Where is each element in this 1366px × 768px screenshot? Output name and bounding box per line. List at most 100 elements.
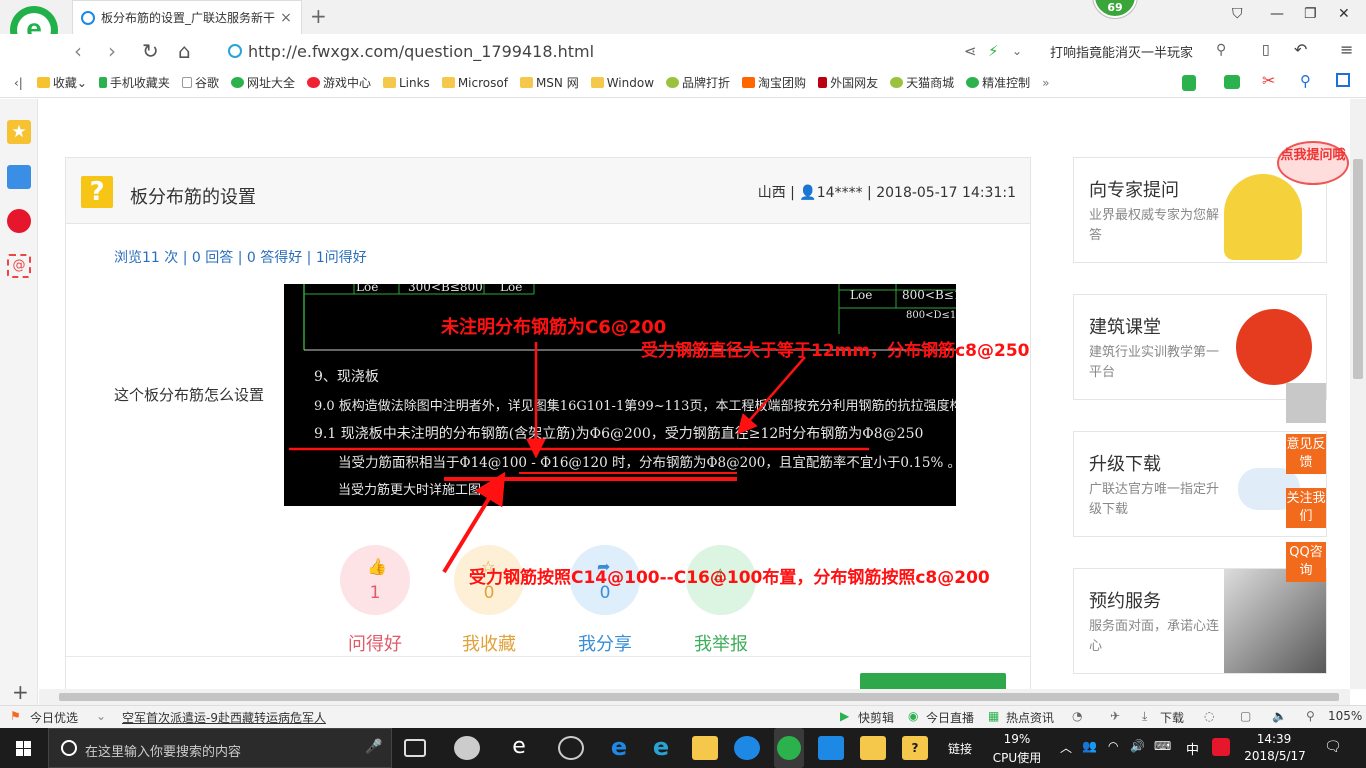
close-window-button[interactable]: ✕ bbox=[1338, 6, 1350, 22]
restore-button[interactable]: ❐ bbox=[1304, 6, 1317, 22]
status-item-clip[interactable]: 快剪辑 bbox=[858, 709, 894, 726]
clock-date[interactable]: 2018/5/17 bbox=[1240, 749, 1310, 763]
ie-icon[interactable]: e bbox=[648, 735, 674, 760]
add-sidebar-icon[interactable]: + bbox=[12, 680, 29, 704]
action-center-icon[interactable]: 🗨 bbox=[1324, 739, 1342, 755]
fan-app-icon[interactable] bbox=[454, 736, 480, 760]
notification-badge[interactable]: 69 bbox=[1093, 0, 1137, 18]
bookmark-foreign[interactable]: 外国网友 bbox=[818, 74, 878, 91]
shield-icon[interactable] bbox=[1182, 75, 1196, 91]
scroll-thumb[interactable] bbox=[59, 693, 1339, 701]
edge-icon[interactable]: e bbox=[606, 735, 632, 760]
card-appointment[interactable]: 预约服务 服务面对面，承诺心连心 bbox=[1073, 568, 1327, 674]
close-tab-icon[interactable]: × bbox=[279, 10, 293, 26]
reading-list-icon[interactable] bbox=[7, 165, 31, 189]
feedback-button[interactable]: 意见反馈 bbox=[1286, 434, 1326, 474]
blue-app-icon[interactable] bbox=[818, 736, 844, 760]
collapse-sidebar-icon[interactable]: ‹| bbox=[14, 76, 23, 90]
pin-icon[interactable]: ✈ bbox=[1110, 709, 1120, 723]
start-button[interactable] bbox=[0, 728, 48, 768]
sogou-ime-icon[interactable] bbox=[1212, 738, 1230, 756]
notes-app-icon[interactable] bbox=[860, 736, 886, 760]
keyboard-icon[interactable]: ⌨ bbox=[1154, 739, 1171, 753]
undo-icon[interactable]: ↶ bbox=[1294, 40, 1307, 59]
news-ticker[interactable]: 空军首次派遣运-9赴西藏转运病危军人 bbox=[122, 709, 326, 726]
phone-icon[interactable]: ▯ bbox=[1262, 42, 1270, 58]
clean-icon[interactable]: ◌ bbox=[1204, 709, 1214, 723]
share-label[interactable]: 我分享 bbox=[555, 630, 655, 656]
search-box[interactable]: 打响指竟能消灭一半玩家 bbox=[1050, 42, 1193, 61]
new-tab-button[interactable]: + bbox=[310, 4, 327, 28]
status-item-live[interactable]: 今日直播 bbox=[926, 709, 974, 726]
chevron-down-icon[interactable]: ⌄ bbox=[96, 709, 106, 723]
bookmark-games[interactable]: 游戏中心 bbox=[306, 74, 371, 91]
help-app-icon[interactable]: ? bbox=[902, 736, 928, 760]
username[interactable]: 14**** bbox=[817, 185, 863, 201]
browser-e-icon[interactable]: e bbox=[506, 736, 532, 760]
scroll-thumb[interactable] bbox=[1353, 159, 1363, 379]
favorites-star-icon[interactable]: ★ bbox=[7, 120, 31, 144]
menu-icon[interactable]: ≡ bbox=[1340, 40, 1353, 59]
horizontal-scrollbar[interactable] bbox=[39, 689, 1350, 705]
weibo-icon[interactable] bbox=[7, 209, 31, 233]
taskbar-search[interactable]: 在这里输入你要搜索的内容 🎤 bbox=[48, 728, 392, 768]
microphone-icon[interactable]: 🎤 bbox=[365, 739, 382, 755]
glodon-g-icon[interactable] bbox=[734, 736, 760, 760]
today-picks[interactable]: 今日优选 bbox=[30, 709, 78, 726]
back-icon[interactable]: ‹ bbox=[74, 39, 82, 63]
favorite-label[interactable]: 我收藏 bbox=[439, 630, 539, 656]
back-to-top-button[interactable] bbox=[1286, 383, 1326, 423]
sound-icon[interactable]: 🔈 bbox=[1272, 709, 1287, 723]
like-button[interactable]: 👍 1 bbox=[340, 545, 410, 615]
zoom-level[interactable]: 105% bbox=[1328, 709, 1362, 723]
share-icon[interactable]: ⋖ bbox=[964, 42, 977, 60]
bookmark-directory[interactable]: 网址大全 bbox=[230, 74, 295, 91]
refresh-icon[interactable]: ↻ bbox=[142, 39, 159, 63]
tray-chevron-up-icon[interactable]: ︿ bbox=[1060, 739, 1072, 756]
qq-consult-button[interactable]: QQ咨询 bbox=[1286, 542, 1326, 582]
chevron-down-icon[interactable]: ⌄ bbox=[1012, 44, 1022, 58]
bookmark-brand-discount[interactable]: 品牌打折 bbox=[666, 74, 730, 91]
bookmark-favorites[interactable]: 收藏 ⌄ bbox=[36, 74, 87, 91]
like-label[interactable]: 问得好 bbox=[325, 630, 425, 656]
question-stats[interactable]: 浏览11 次 | 0 回答 | 0 答得好 | 1问得好 bbox=[114, 247, 367, 267]
bookmark-links[interactable]: Links bbox=[382, 76, 430, 90]
apps-icon[interactable] bbox=[1336, 73, 1350, 87]
bookmark-precise[interactable]: 精准控制 bbox=[966, 74, 1030, 91]
home-icon[interactable]: ⌂ bbox=[178, 39, 191, 63]
active-app-highlight[interactable] bbox=[774, 728, 804, 768]
shirt-icon[interactable]: ⛉ bbox=[1232, 6, 1243, 22]
orbit-app-icon[interactable] bbox=[558, 736, 584, 760]
bookmark-windows[interactable]: Window bbox=[590, 76, 654, 90]
speed-icon[interactable]: ◔ bbox=[1072, 709, 1082, 723]
ime-indicator[interactable]: 中 bbox=[1186, 739, 1199, 758]
report-label[interactable]: 我举报 bbox=[671, 630, 771, 656]
window-icon[interactable]: ▢ bbox=[1240, 709, 1251, 723]
mail-icon[interactable]: @ bbox=[7, 254, 31, 278]
bookmark-google[interactable]: 谷歌 bbox=[181, 74, 219, 91]
status-item-news[interactable]: 热点资讯 bbox=[1006, 709, 1054, 726]
minimize-button[interactable]: — bbox=[1270, 6, 1284, 22]
status-item-download[interactable]: 下载 bbox=[1160, 709, 1184, 726]
clock-time[interactable]: 14:39 bbox=[1244, 732, 1304, 746]
browser-tab[interactable]: 板分布筋的设置_广联达服务新干 × bbox=[72, 0, 302, 34]
translate-icon[interactable] bbox=[1224, 75, 1240, 89]
bookmark-microsoft[interactable]: Microsof bbox=[441, 76, 508, 90]
lightning-icon[interactable]: ⚡ bbox=[988, 42, 999, 60]
bookmark-mobile[interactable]: 手机收藏夹 bbox=[98, 74, 170, 91]
bookmark-tmall[interactable]: 天猫商城 bbox=[890, 74, 954, 91]
people-icon[interactable]: 👥 bbox=[1082, 739, 1097, 753]
task-view-icon[interactable] bbox=[404, 739, 426, 757]
volume-icon[interactable]: 🔊 bbox=[1130, 739, 1145, 753]
wifi-icon[interactable]: ◠ bbox=[1108, 739, 1118, 753]
forward-icon[interactable]: › bbox=[108, 39, 116, 63]
more-bookmarks-icon[interactable]: » bbox=[1042, 76, 1049, 90]
url-field[interactable]: http://e.fwxgx.com/question_1799418.html bbox=[228, 40, 948, 62]
search-icon[interactable]: ⚲ bbox=[1216, 42, 1226, 58]
links-toolbar[interactable]: 链接 bbox=[948, 740, 972, 757]
vertical-scrollbar[interactable] bbox=[1350, 99, 1366, 689]
bookmark-msn[interactable]: MSN 网 bbox=[519, 74, 579, 91]
scissors-icon[interactable]: ✂ bbox=[1262, 71, 1275, 90]
answer-button[interactable] bbox=[860, 673, 1006, 689]
bookmark-taobao[interactable]: 淘宝团购 bbox=[742, 74, 806, 91]
